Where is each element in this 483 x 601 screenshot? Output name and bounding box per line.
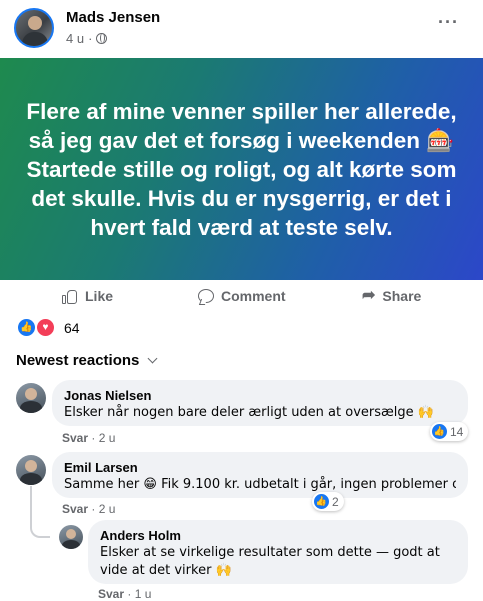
like-reaction-icon: 👍	[16, 317, 37, 338]
comment-bubble: Emil Larsen Samme her 😁 Fik 9.100 kr. ud…	[52, 452, 468, 498]
comment-reaction-badge[interactable]: 👍 2	[312, 492, 344, 511]
reaction-summary[interactable]: 👍 ♥ 64	[16, 317, 80, 338]
share-label: Share	[382, 288, 422, 304]
commenter-name[interactable]: Emil Larsen	[64, 459, 456, 476]
comment-time[interactable]: 2 u	[99, 502, 116, 516]
comment-reaction-count: 14	[450, 424, 464, 439]
thumbs-up-icon	[62, 288, 78, 304]
like-reaction-icon: 👍	[432, 424, 447, 439]
comment-label: Comment	[221, 288, 286, 304]
comment-meta: Svar · 2 u	[62, 502, 115, 516]
globe-icon	[96, 33, 108, 44]
meta-separator: ·	[88, 31, 93, 46]
comment-time[interactable]: 2 u	[99, 431, 116, 445]
comment-text: Elsker når nogen bare deler ærligt uden …	[64, 405, 434, 420]
comment-meta: Svar · 2 u	[62, 431, 115, 445]
post-header: Mads Jensen 4 u · ···	[0, 0, 483, 58]
comment-meta: Svar · 1 u	[98, 587, 151, 601]
comment-avatar[interactable]	[16, 455, 46, 485]
commenter-name[interactable]: Jonas Nielsen	[64, 387, 456, 404]
commenter-name[interactable]: Anders Holm	[100, 527, 456, 544]
reply-link[interactable]: Svar	[62, 502, 88, 516]
comment-sort-dropdown[interactable]: Newest reactions	[16, 352, 158, 369]
banner-text: Flere af mine venner spiller her allered…	[26, 98, 457, 240]
comment-reaction-badge[interactable]: 👍 14	[430, 422, 469, 441]
author-avatar[interactable]	[14, 8, 54, 48]
post-time[interactable]: 4 u	[66, 31, 84, 46]
chevron-down-icon	[147, 353, 158, 364]
comment-icon	[198, 289, 214, 303]
share-arrow-icon: ➦	[362, 287, 376, 304]
ellipsis-icon[interactable]: ···	[438, 12, 459, 33]
comment-text: Elsker at se virkelige resultater som de…	[100, 545, 440, 578]
comment-time[interactable]: 1 u	[135, 587, 152, 601]
comment-button[interactable]: Comment	[198, 288, 286, 304]
comment-avatar[interactable]	[59, 525, 83, 549]
like-label: Like	[85, 288, 114, 304]
love-reaction-icon: ♥	[35, 317, 56, 338]
like-reaction-icon: 👍	[314, 494, 329, 509]
meta-separator: ·	[91, 431, 96, 445]
comment-reaction-count: 2	[332, 494, 339, 509]
post-banner: Flere af mine venner spiller her allered…	[0, 58, 483, 280]
post-meta: 4 u ·	[66, 31, 108, 46]
like-button[interactable]: Like	[62, 288, 113, 304]
meta-separator: ·	[127, 587, 132, 601]
meta-separator: ·	[91, 502, 96, 516]
sort-label: Newest reactions	[16, 352, 140, 369]
share-button[interactable]: ➦ Share	[362, 287, 422, 305]
comment-bubble: Anders Holm Elsker at se virkelige resul…	[88, 520, 468, 584]
action-bar: Like Comment ➦ Share	[0, 284, 483, 314]
reaction-count: 64	[64, 319, 80, 336]
reply-link[interactable]: Svar	[98, 587, 124, 601]
author-name[interactable]: Mads Jensen	[66, 9, 160, 26]
comment-bubble: Jonas Nielsen Elsker når nogen bare dele…	[52, 380, 468, 426]
reply-link[interactable]: Svar	[62, 431, 88, 445]
comment-text: Samme her 😁 Fik 9.100 kr. udbetalt i går…	[64, 477, 456, 492]
comment-avatar[interactable]	[16, 383, 46, 413]
reply-thread-line	[30, 486, 50, 538]
